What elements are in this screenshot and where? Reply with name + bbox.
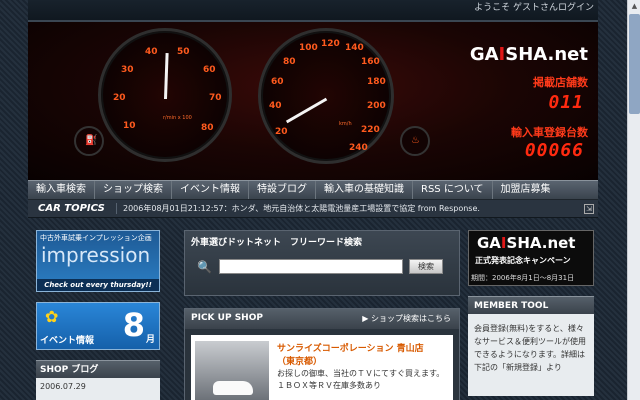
tachometer-gauge: 10 20 30 40 50 60 70 80 r/min x 100 xyxy=(98,28,232,162)
speedo-tick: 120 xyxy=(321,39,340,49)
logo-part: SHA.net xyxy=(505,44,588,65)
speedo-tick: 160 xyxy=(361,57,380,67)
sunflower-icon: ✿ xyxy=(45,307,59,326)
speedo-tick: 100 xyxy=(299,43,318,53)
campaign-banner[interactable]: GAISHA.net 正式発表記念キャンペーン 期間：2006年8月1日～8月3… xyxy=(468,230,594,286)
cars-label: 輸入車登録台数 xyxy=(511,126,588,139)
banner-logo: GAISHA.net xyxy=(477,234,575,252)
speedo-tick: 80 xyxy=(283,57,296,67)
temp-gauge: ♨ xyxy=(400,126,430,156)
thermometer-icon: ♨ xyxy=(411,135,420,146)
tach-tick: 60 xyxy=(203,65,216,75)
nav-shop-search[interactable]: ショップ検索 xyxy=(95,181,172,199)
pickup-title: PICK UP SHOP xyxy=(191,313,263,323)
event-month-unit: 月 xyxy=(145,335,155,345)
speedometer-gauge: 20 40 60 80 100 120 140 160 180 200 220 … xyxy=(258,28,394,164)
right-column: GAISHA.net 正式発表記念キャンペーン 期間：2006年8月1日～8月3… xyxy=(468,230,594,396)
member-tool-heading: MEMBER TOOL xyxy=(468,296,594,314)
tach-tick: 10 xyxy=(123,121,136,131)
shop-area: （東京都） xyxy=(277,357,323,367)
speedo-tick: 40 xyxy=(269,101,282,111)
scrollbar-thumb[interactable] xyxy=(629,14,640,114)
nav-event-info[interactable]: イベント情報 xyxy=(172,181,249,199)
speedo-tick: 20 xyxy=(275,127,288,137)
event-label: イベント情報 xyxy=(40,336,95,346)
hero-dashboard: 10 20 30 40 50 60 70 80 r/min x 100 ⛽ 20… xyxy=(28,20,598,180)
shop-blog-body: 2006.07.29 xyxy=(36,378,160,400)
tach-tick: 40 xyxy=(145,47,158,57)
logo-part: GA xyxy=(469,44,499,65)
campaign-title: 正式発表記念キャンペーン xyxy=(475,256,571,265)
welcome-text: ようこそ ゲストさん xyxy=(474,3,558,13)
nav-special-blog[interactable]: 特設ブログ xyxy=(249,181,316,199)
page: ようこそ ゲストさん ログイン 10 20 30 40 50 60 70 80 … xyxy=(28,0,598,400)
fuel-gauge: ⛽ xyxy=(74,126,104,156)
fuel-icon: ⛽ xyxy=(85,135,98,146)
center-column: 外車選びドットネット フリーワード検索 🔍 検索 PICK UP SHOP ▶ … xyxy=(184,230,460,400)
speedo-tick: 240 xyxy=(349,143,368,153)
speedo-unit: km/h xyxy=(339,121,352,127)
cars-count: 00066 xyxy=(524,140,584,161)
tach-tick: 30 xyxy=(121,65,134,75)
car-topics-headline[interactable]: 2006年08月01日21:12:57：ホンダ、地元自治体と太陽電池量産工場設置… xyxy=(116,203,480,214)
login-link[interactable]: ログイン xyxy=(558,0,594,13)
impression-title: impression xyxy=(41,243,151,267)
logo-part: SHA.net xyxy=(506,234,576,252)
top-bar: ようこそ ゲストさん ログイン xyxy=(28,0,598,20)
tach-tick: 20 xyxy=(113,93,126,103)
nav-join[interactable]: 加盟店募集 xyxy=(493,181,559,199)
shop-description: お探しの御車、当社のＴＶにてすぐ買えます。１ＢＯＸ等ＲＶ在庫多数あり xyxy=(277,369,445,390)
logo-part: GA xyxy=(477,234,501,252)
event-banner[interactable]: ✿ イベント情報 8 月 xyxy=(36,302,160,350)
shop-name[interactable]: サンライズコーポレーション 青山店 xyxy=(277,341,424,354)
main-nav: 輸入車検索 ショップ検索 イベント情報 特設ブログ 輸入車の基礎知識 RSS に… xyxy=(28,180,598,200)
speedo-tick: 220 xyxy=(361,125,380,135)
shop-search-link[interactable]: ▶ ショップ検索はこちら xyxy=(362,313,451,324)
search-title: 外車選びドットネット フリーワード検索 xyxy=(191,238,363,248)
scroll-up-icon[interactable]: ▲ xyxy=(629,1,640,11)
impression-caption: 中古外車試乗インプレッション企画 xyxy=(40,234,152,242)
stores-count: 011 xyxy=(548,92,584,113)
speedo-tick: 60 xyxy=(271,77,284,87)
nav-import-car-search[interactable]: 輸入車検索 xyxy=(28,181,95,199)
site-logo[interactable]: GAISHA.net xyxy=(470,44,588,65)
event-month: 8 xyxy=(122,306,145,344)
pickup-card[interactable]: サンライズコーポレーション 青山店 （東京都） お探しの御車、当社のＴＶにてすぐ… xyxy=(191,335,453,400)
member-tool-text: 会員登録(無料)をすると、様々なサービス＆便利ツールが使用できるようになります。… xyxy=(468,314,594,396)
search-button[interactable]: 検索 xyxy=(409,259,443,274)
tach-unit: r/min x 100 xyxy=(163,115,192,121)
tach-tick: 50 xyxy=(177,47,190,57)
blog-date: 2006.07.29 xyxy=(40,382,86,391)
tach-needle xyxy=(164,52,169,100)
car-icon xyxy=(213,381,253,395)
car-topics-ticker: CAR TOPICS 2006年08月01日21:12:57：ホンダ、地元自治体… xyxy=(28,200,598,218)
stores-label: 掲載店舗数 xyxy=(533,76,588,89)
search-icon: 🔍 xyxy=(197,260,212,274)
speedo-tick: 140 xyxy=(345,43,364,53)
speedo-tick: 200 xyxy=(367,101,386,111)
tach-tick: 80 xyxy=(201,123,214,133)
nav-rss[interactable]: RSS について xyxy=(413,181,493,199)
rss-icon[interactable]: ⇲ xyxy=(584,204,594,214)
impression-banner[interactable]: 中古外車試乗インプレッション企画 impression Check out ev… xyxy=(36,230,160,292)
shop-photo[interactable] xyxy=(195,341,269,400)
content-columns: 中古外車試乗インプレッション企画 impression Check out ev… xyxy=(28,218,598,400)
pickup-header: PICK UP SHOP ▶ ショップ検索はこちら xyxy=(185,309,459,329)
tach-tick: 70 xyxy=(209,93,222,103)
shop-blog-heading: SHOP ブログ xyxy=(36,360,160,378)
speedo-needle xyxy=(285,97,328,124)
campaign-period: 期間：2006年8月1日～8月31日 xyxy=(471,274,575,282)
speedo-tick: 180 xyxy=(367,77,386,87)
left-column: 中古外車試乗インプレッション企画 impression Check out ev… xyxy=(36,230,160,400)
nav-basics[interactable]: 輸入車の基礎知識 xyxy=(316,181,413,199)
impression-tagline: Check out every thursday!! xyxy=(37,279,159,291)
browser-scrollbar[interactable]: ▲ xyxy=(627,0,640,400)
freeword-search: 外車選びドットネット フリーワード検索 🔍 検索 xyxy=(184,230,460,296)
pickup-shop: PICK UP SHOP ▶ ショップ検索はこちら サンライズコーポレーション … xyxy=(184,308,460,400)
search-input[interactable] xyxy=(219,259,403,274)
car-topics-label: CAR TOPICS xyxy=(38,203,105,214)
